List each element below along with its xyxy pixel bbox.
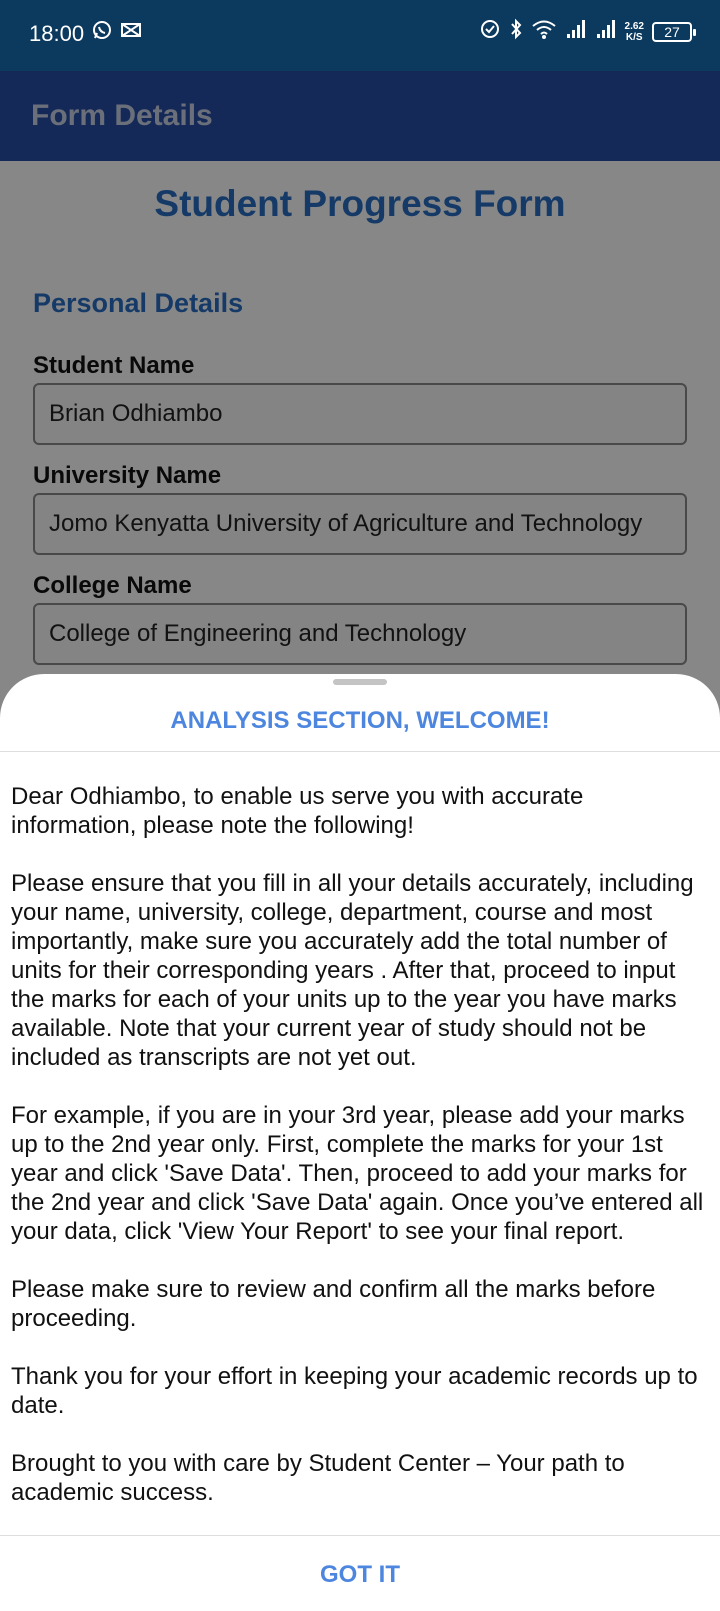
whatsapp-icon [92,20,112,45]
battery-icon: 27 [652,21,696,42]
net-speed-unit: K/S [625,31,643,43]
sheet-body: Dear Odhiambo, to enable us serve you wi… [11,782,711,1536]
net-speed-value: 2.62 [624,20,644,32]
credit-paragraph: Brought to you with care by Student Cent… [11,1450,625,1506]
wifi-icon [531,18,557,45]
got-it-button[interactable]: GOT IT [0,1561,720,1589]
greeting-paragraph: Dear Odhiambo, to enable us serve you wi… [11,783,584,839]
sync-icon [479,18,501,45]
divider [0,1535,720,1536]
example-paragraph: For example, if you are in your 3rd year… [11,1102,704,1245]
signal-2-icon [595,18,617,45]
bluetooth-icon [509,18,523,45]
review-paragraph: Please make sure to review and confirm a… [11,1276,656,1332]
signal-1-icon [565,18,587,45]
divider [0,751,720,752]
status-time: 18:00 [29,21,85,46]
capcut-icon [120,20,142,45]
bottom-sheet: ANALYSIS SECTION, WELCOME! Dear Odhiambo… [0,674,720,1611]
net-speed: 2.62 K/S [625,21,644,43]
instructions-paragraph: Please ensure that you fill in all your … [11,870,694,1071]
status-bar: 18:00 2.62 K/S 27 [0,0,720,71]
thanks-paragraph: Thank you for your effort in keeping you… [11,1363,698,1419]
sheet-title: ANALYSIS SECTION, WELCOME! [170,707,550,734]
drag-handle[interactable] [333,679,387,685]
